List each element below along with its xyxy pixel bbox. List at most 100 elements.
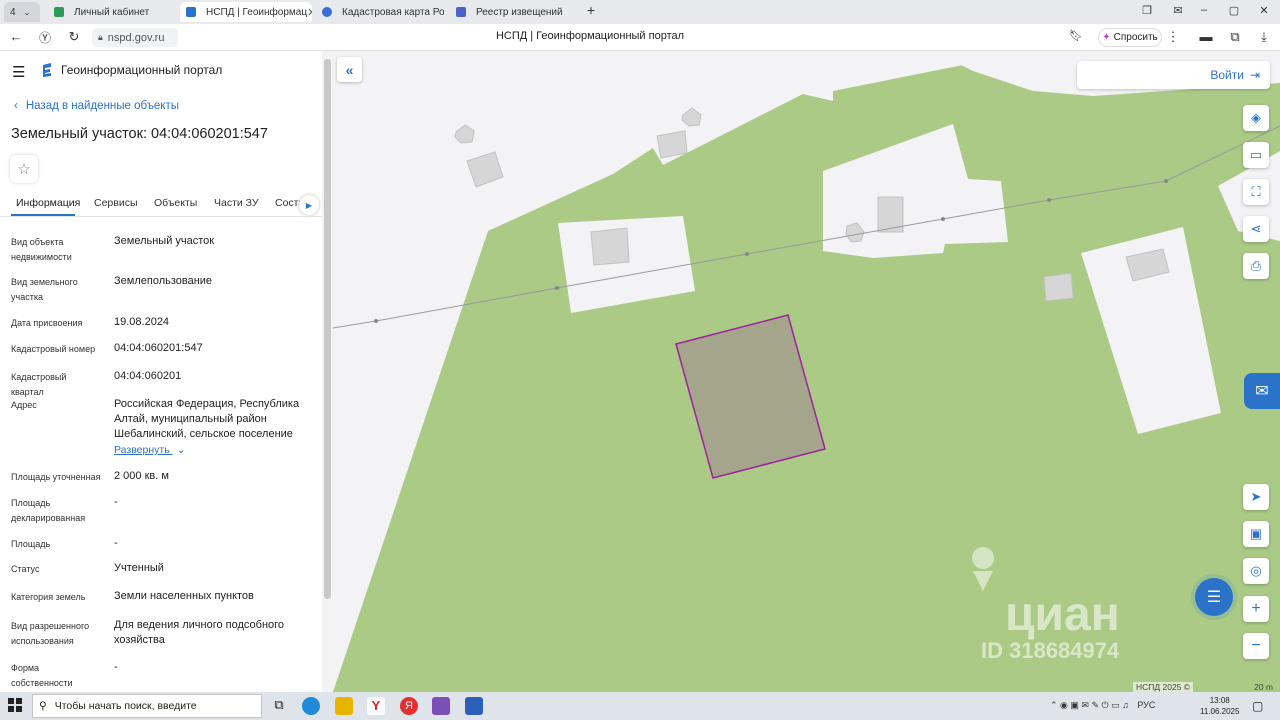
close-tab-icon[interactable]: ✕ [307, 6, 312, 19]
browser-logo-icon[interactable]: Ⓨ [37, 29, 53, 46]
tray-icons: ⌃ ◉ ▣ ✉ ✎ ⏻ ▭ ♫ [1050, 700, 1129, 710]
field-label: Площадь [11, 539, 51, 549]
panel-scrollbar[interactable] [322, 51, 333, 692]
field-label: Кадастровый номер [11, 344, 96, 354]
notifications-icon[interactable]: ▢ [1252, 699, 1263, 713]
location-search-icon: ◎ [1250, 563, 1262, 578]
tab-information[interactable]: Информация [16, 197, 80, 209]
minimize-button[interactable]: – [1196, 4, 1212, 16]
taskbar-search[interactable]: ⚲ Чтобы начать поиск, введите [32, 694, 262, 718]
taskbar-search-placeholder: Чтобы начать поиск, введите [54, 700, 197, 712]
layers-button[interactable]: ◈ [1243, 105, 1269, 131]
field-value: Земельный участок [114, 235, 215, 247]
login-label: Войти [1210, 68, 1244, 82]
ruler-icon: ▭ [1249, 147, 1263, 162]
windows-start-icon[interactable] [8, 698, 22, 712]
task-view-icon[interactable]: ⧉ [270, 697, 288, 715]
language-indicator[interactable]: РУС [1137, 700, 1155, 710]
search-location-button[interactable]: ◎ [1243, 558, 1269, 584]
hamburger-menu-icon[interactable]: ☰ [12, 63, 25, 81]
chat-button[interactable]: ☰ [1195, 578, 1233, 616]
minimap-button[interactable]: ▣ [1243, 521, 1269, 547]
site-favicon-icon [456, 7, 466, 17]
tab-objects[interactable]: Объекты [154, 197, 197, 209]
close-window-button[interactable]: ✕ [1256, 4, 1272, 17]
edge-browser-icon[interactable] [302, 697, 320, 715]
building [590, 227, 630, 266]
collections-icon[interactable]: ❐ [1139, 4, 1155, 17]
file-explorer-icon[interactable] [335, 697, 353, 715]
map-canvas[interactable] [333, 51, 1280, 692]
share-button[interactable]: ⋖ [1243, 216, 1269, 242]
geolocate-button[interactable]: ➤ [1243, 484, 1269, 510]
select-area-icon: ⛶ [1251, 184, 1261, 199]
bookmark-icon[interactable]: 🔖︎ [1068, 29, 1084, 42]
select-area-button[interactable]: ⛶ [1243, 179, 1269, 205]
field-label: Вид разрешенного использования [11, 621, 90, 646]
lock-icon: 🔒︎ [98, 32, 103, 42]
new-tab-button[interactable]: + [583, 2, 599, 18]
feedback-widget[interactable]: ✉ [1244, 373, 1280, 409]
building [681, 107, 702, 127]
search-icon: ⚲ [39, 700, 47, 712]
downloads-icon[interactable]: ⤓ [1256, 29, 1272, 45]
favorite-star-button[interactable]: ☆ [10, 155, 38, 183]
copyright-label: НСПД 2025 © [1133, 682, 1194, 692]
field-value: 04:04:060201 [114, 370, 182, 382]
browser-tab-bar: 4 ⌄ Личный кабинет НСПД | Геоинформац ✕ … [0, 0, 1280, 24]
back-link-label: Назад в найденные объекты [25, 100, 180, 112]
back-to-results-link[interactable]: ‹ Назад в найденные объекты [14, 100, 179, 112]
login-button[interactable]: Войти ⇥ [1077, 61, 1270, 89]
chevron-left-icon: ‹ [14, 100, 18, 112]
page-title: НСПД | Геоинформационный портал [495, 30, 685, 42]
yandex-browser-icon[interactable]: Y [367, 697, 385, 715]
app-icon[interactable] [432, 697, 450, 715]
more-menu-icon[interactable]: ⋮ [1165, 29, 1181, 45]
line-node [555, 286, 559, 290]
tab-parcel-parts[interactable]: Части ЗУ [214, 197, 259, 209]
line-node [745, 252, 749, 256]
tab-cadastral-map[interactable]: Кадастровая карта Росси [316, 2, 444, 22]
print-button[interactable]: ⎙ [1243, 253, 1269, 279]
tab-nspd[interactable]: НСПД | Геоинформац ✕ [180, 2, 312, 22]
scrollbar-thumb[interactable] [324, 59, 331, 599]
tab-personal-cabinet[interactable]: Личный кабинет [48, 2, 176, 22]
tab-notices-registry[interactable]: Реестр извещений [450, 2, 578, 22]
clock[interactable]: 13:08 11.06.2025 [1200, 695, 1239, 717]
field-value: - [114, 496, 118, 508]
system-tray[interactable]: ⌃ ◉ ▣ ✉ ✎ ⏻ ▭ ♫ РУС [1050, 700, 1155, 711]
map-view[interactable]: циан ID 318684974 « Войти ⇥ ◈ ▭ ⛶ ⋖ ⎙ ✉ … [333, 51, 1280, 692]
yandex-icon[interactable]: Я [400, 697, 418, 715]
word-icon[interactable] [465, 697, 483, 715]
watermark-id: ID 318684974 [981, 638, 1120, 663]
star-icon: ☆ [17, 161, 31, 178]
ai-sparkle-icon: ✦ [1102, 32, 1111, 43]
line-node [1164, 179, 1168, 183]
ask-button[interactable]: ✦ Спросить [1098, 28, 1162, 47]
tabs-scroll-right-button[interactable]: ▶ [299, 195, 319, 215]
field-value: Землепользование [114, 275, 213, 287]
profile-icon[interactable]: ▬ [1198, 29, 1214, 44]
url-field[interactable]: 🔒︎ nspd.gov.ru [92, 28, 178, 47]
chevron-right-icon: ▶ [305, 200, 313, 210]
object-info-panel: ☰ Геоинформационный портал ‹ Назад в найд… [0, 51, 333, 692]
tab-counter[interactable]: 4 ⌄ [4, 2, 40, 22]
zoom-out-button[interactable]: − [1243, 633, 1269, 659]
extensions-icon[interactable]: ⧉ [1227, 29, 1243, 45]
chat-icon: ✉ [1255, 383, 1269, 400]
maximize-button[interactable]: ▢ [1226, 4, 1242, 17]
line-node [941, 217, 945, 221]
collapse-panel-button[interactable]: « [337, 57, 362, 82]
measure-button[interactable]: ▭ [1243, 142, 1269, 168]
field-value: 19.08.2024 [114, 316, 170, 328]
address-bar: ← Ⓨ ↻ 🔒︎ nspd.gov.ru НСПД | Геоинформаци… [0, 24, 1280, 51]
tab-label: Реестр извещений [476, 6, 563, 18]
notifications-icon[interactable]: ✉ [1170, 4, 1186, 17]
back-arrow-icon[interactable]: ← [8, 29, 24, 44]
zoom-in-button[interactable]: + [1243, 596, 1269, 622]
expand-address-link[interactable]: Развернуть ⌄ [114, 444, 185, 456]
portal-logo-icon [41, 63, 53, 77]
tab-services[interactable]: Сервисы [94, 197, 138, 209]
scale-bar: 20 m [1213, 682, 1273, 692]
reload-icon[interactable]: ↻ [66, 29, 82, 45]
